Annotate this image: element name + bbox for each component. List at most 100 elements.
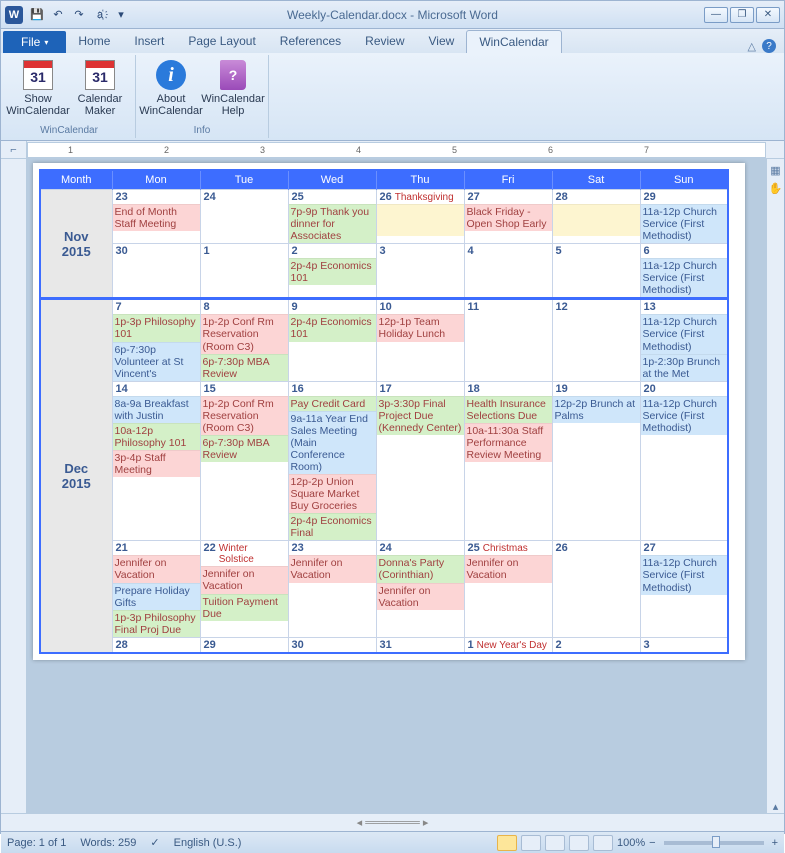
calendar-event[interactable]: 6p-7:30p MBA Review (201, 435, 288, 462)
day-cell[interactable]: 5 (552, 244, 640, 299)
calendar-event[interactable]: 12p-2p Union Square Market Buy Groceries (289, 474, 376, 513)
hscrollbar[interactable]: ◂ ═══════ ▸ (1, 813, 784, 831)
day-cell[interactable]: 29 (200, 637, 288, 653)
day-cell[interactable]: 22Winter SolsticeJennifer on VacationTui… (200, 541, 288, 637)
calendar-event[interactable]: Jennifer on Vacation (201, 566, 288, 593)
cal-maker-button[interactable]: 31Calendar Maker (71, 57, 129, 123)
day-cell[interactable]: 1311a-12p Church Service (First Methodis… (640, 299, 728, 381)
day-cell[interactable]: 26 (552, 541, 640, 637)
calendar-event[interactable]: 1p-2p Conf Rm Reservation (Room C3) (201, 396, 288, 435)
calendar-event[interactable]: 10a-12p Philosophy 101 (113, 423, 200, 450)
day-cell[interactable]: 25ChristmasJennifer on Vacation (464, 541, 552, 637)
help-button[interactable]: ?WinCalendar Help (204, 57, 262, 123)
day-cell[interactable]: 16Pay Credit Card9a-11a Year End Sales M… (288, 381, 376, 541)
minimize-button[interactable]: — (704, 7, 728, 23)
day-cell[interactable]: 81p-2p Conf Rm Reservation (Room C3)6p-7… (200, 299, 288, 381)
day-cell[interactable]: 1 (200, 244, 288, 299)
day-cell[interactable]: 2011a-12p Church Service (First Methodis… (640, 381, 728, 541)
calendar-event[interactable]: Health Insurance Selections Due (465, 396, 552, 423)
help-icon[interactable]: ? (762, 39, 776, 53)
day-cell[interactable]: 28 (552, 190, 640, 244)
scroll-up-icon[interactable]: ▴ (769, 799, 783, 813)
calendar-event[interactable]: 7p-9p Thank you dinner for Associates (289, 204, 376, 243)
day-cell[interactable]: 257p-9p Thank you dinner for Associates (288, 190, 376, 244)
day-cell[interactable]: 2 (552, 637, 640, 653)
calendar-event[interactable]: Prepare Holiday Gifts (113, 583, 200, 610)
tab-wincalendar[interactable]: WinCalendar (466, 30, 561, 53)
day-cell[interactable]: 18Health Insurance Selections Due10a-11:… (464, 381, 552, 541)
calendar-event[interactable]: 12p-1p Team Holiday Lunch (377, 314, 464, 341)
calendar-event[interactable]: 11a-12p Church Service (First Methodist) (641, 204, 728, 243)
hand-tool-icon[interactable]: ✋ (769, 181, 783, 195)
page-status[interactable]: Page: 1 of 1 (7, 837, 66, 849)
calendar-event[interactable]: 3p-3:30p Final Project Due (Kennedy Cent… (377, 396, 464, 435)
calendar-event[interactable]: Pay Credit Card (289, 396, 376, 411)
calendar-event[interactable]: 6p-7:30p Volunteer at St Vincent's (113, 342, 200, 381)
calendar-event[interactable]: Jennifer on Vacation (289, 555, 376, 582)
tab-references[interactable]: References (268, 30, 353, 53)
calendar-event[interactable]: 11a-12p Church Service (First Methodist) (641, 314, 728, 353)
day-cell[interactable]: 23End of Month Staff Meeting (112, 190, 200, 244)
day-cell[interactable]: 22p-4p Economics 101 (288, 244, 376, 299)
day-cell[interactable]: 26Thanksgiving (376, 190, 464, 244)
day-cell[interactable]: 4 (464, 244, 552, 299)
zoom-out-button[interactable]: − (649, 837, 655, 849)
calendar-event[interactable]: 11a-12p Church Service (First Methodist) (641, 555, 728, 594)
calendar-event[interactable]: 11a-12p Church Service (First Methodist) (641, 396, 728, 435)
calendar-event[interactable]: 6p-7:30p MBA Review (201, 354, 288, 381)
about-button[interactable]: iAbout WinCalendar (142, 57, 200, 123)
day-cell[interactable]: 1New Year's Day (464, 637, 552, 653)
calendar-event[interactable]: 11a-12p Church Service (First Methodist) (641, 258, 728, 297)
ruler-corner[interactable]: ⌐ (1, 141, 27, 159)
ruler-toggle-icon[interactable]: ▦ (769, 163, 783, 177)
day-cell[interactable]: 30 (288, 637, 376, 653)
calendar-event[interactable]: 1p-2p Conf Rm Reservation (Room C3) (201, 314, 288, 353)
calendar-event[interactable]: 2p-4p Economics 101 (289, 314, 376, 341)
tab-insert[interactable]: Insert (122, 30, 176, 53)
calendar-event[interactable]: 2p-4p Economics Final (289, 513, 376, 540)
day-cell[interactable]: 12 (552, 299, 640, 381)
web-layout-view[interactable] (545, 835, 565, 851)
calendar-event[interactable] (377, 204, 464, 236)
calendar-event[interactable]: 1p-2:30p Brunch at the Met (641, 354, 728, 381)
day-cell[interactable]: 30 (112, 244, 200, 299)
language-status[interactable]: English (U.S.) (174, 837, 242, 849)
day-cell[interactable]: 2911a-12p Church Service (First Methodis… (640, 190, 728, 244)
day-cell[interactable]: 24 (200, 190, 288, 244)
day-cell[interactable]: 148a-9a Breakfast with Justin10a-12p Phi… (112, 381, 200, 541)
restore-button[interactable]: ❐ (730, 7, 754, 23)
day-cell[interactable]: 21Jennifer on VacationPrepare Holiday Gi… (112, 541, 200, 637)
day-cell[interactable]: 71p-3p Philosophy 1016p-7:30p Volunteer … (112, 299, 200, 381)
day-cell[interactable]: 2711a-12p Church Service (First Methodis… (640, 541, 728, 637)
calendar-event[interactable]: 10a-11:30a Staff Performance Review Meet… (465, 423, 552, 462)
proofing-icon[interactable]: ✓ (150, 836, 159, 849)
day-cell[interactable]: 173p-3:30p Final Project Due (Kennedy Ce… (376, 381, 464, 541)
calendar-event[interactable]: 1p-3p Philosophy Final Proj Due (113, 610, 200, 637)
undo-button[interactable]: ↶ (48, 5, 68, 25)
file-tab[interactable]: File (3, 31, 66, 53)
outline-view[interactable] (569, 835, 589, 851)
calendar-event[interactable]: Tuition Payment Due (201, 594, 288, 621)
lang-button[interactable]: a҉ (90, 5, 110, 25)
document-scroll[interactable]: MonthMonTueWedThuFriSatSun Nov201523End … (27, 159, 766, 813)
tab-page-layout[interactable]: Page Layout (176, 30, 267, 53)
zoom-in-button[interactable]: + (772, 837, 778, 849)
day-cell[interactable]: 92p-4p Economics 101 (288, 299, 376, 381)
draft-view[interactable] (593, 835, 613, 851)
word-count[interactable]: Words: 259 (80, 837, 136, 849)
zoom-level[interactable]: 100% (617, 837, 645, 849)
day-cell[interactable]: 3 (376, 244, 464, 299)
calendar-event[interactable]: 2p-4p Economics 101 (289, 258, 376, 285)
ruler-vertical[interactable] (1, 159, 27, 813)
calendar-event[interactable]: 9a-11a Year End Sales Meeting (Main Conf… (289, 411, 376, 474)
tab-review[interactable]: Review (353, 30, 416, 53)
calendar-event[interactable]: End of Month Staff Meeting (113, 204, 200, 231)
tab-home[interactable]: Home (66, 30, 122, 53)
day-cell[interactable]: 1912p-2p Brunch at Palms (552, 381, 640, 541)
redo-button[interactable]: ↷ (69, 5, 89, 25)
close-button[interactable]: ✕ (756, 7, 780, 23)
print-layout-view[interactable] (497, 835, 517, 851)
calendar-event[interactable]: Jennifer on Vacation (113, 555, 200, 582)
calendar-event[interactable]: Jennifer on Vacation (465, 555, 552, 582)
qat-dropdown[interactable]: ▾ (111, 5, 131, 25)
